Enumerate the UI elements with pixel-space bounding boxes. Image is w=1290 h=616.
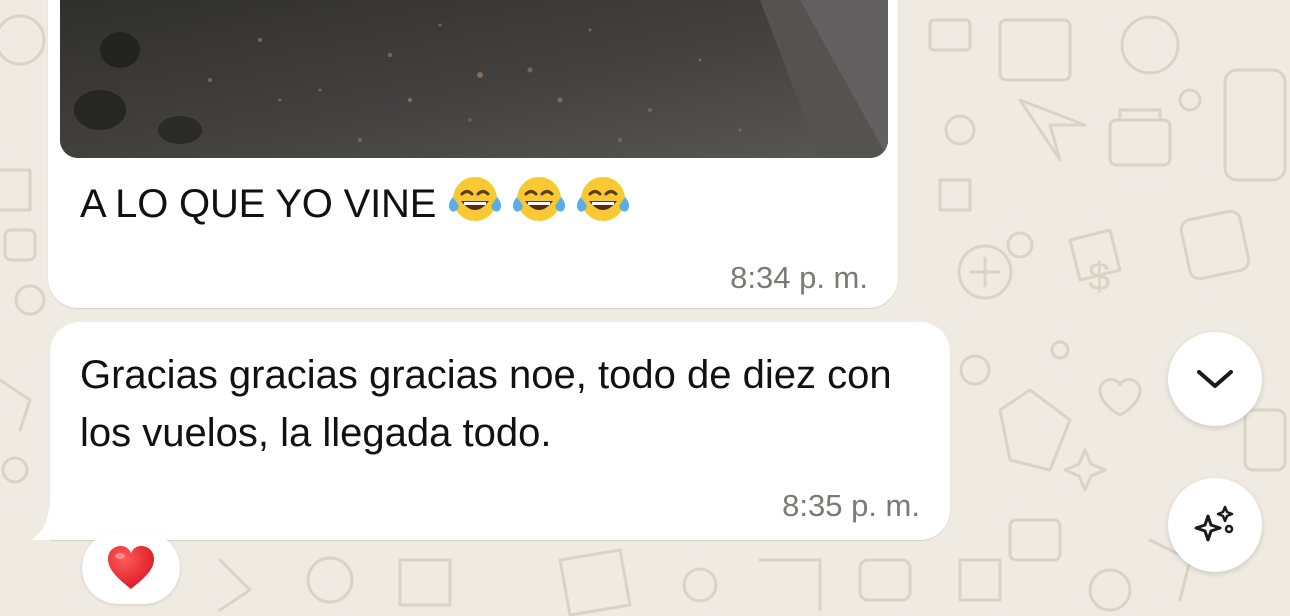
- image-caption: A LO QUE YO VINE: [80, 175, 636, 233]
- message-timestamp: 8:34 p. m.: [730, 260, 868, 296]
- message-timestamp: 8:35 p. m.: [782, 488, 920, 524]
- tears-of-joy-icon: [577, 177, 630, 221]
- timestamp-suffix: p. m.: [799, 260, 868, 295]
- chevron-down-icon: [1197, 370, 1233, 388]
- scroll-to-bottom-button[interactable]: [1168, 332, 1262, 426]
- timestamp-time: 8:34: [730, 260, 791, 295]
- sparkles-icon: [1194, 505, 1234, 542]
- photo-image: [60, 0, 888, 158]
- caption-text: A LO QUE YO VINE: [80, 182, 437, 226]
- red-heart-icon: [108, 546, 154, 589]
- tears-of-joy-icon: [449, 177, 502, 221]
- image-message-bubble[interactable]: A LO QUE YO VINE 8:34 p. m.: [48, 0, 898, 308]
- text-message-bubble[interactable]: Gracias gracias gracias noe, todo de die…: [50, 322, 950, 540]
- svg-text:$: $: [1088, 255, 1110, 299]
- message-text: Gracias gracias gracias noe, todo de die…: [80, 353, 892, 455]
- ai-assistant-button[interactable]: [1168, 478, 1262, 572]
- timestamp-suffix: p. m.: [851, 488, 920, 523]
- caption-emojis: [444, 175, 636, 233]
- tears-of-joy-icon: [513, 177, 566, 221]
- timestamp-time: 8:35: [782, 488, 843, 523]
- reaction-badge[interactable]: [82, 532, 180, 604]
- photo-thumbnail[interactable]: [60, 0, 888, 158]
